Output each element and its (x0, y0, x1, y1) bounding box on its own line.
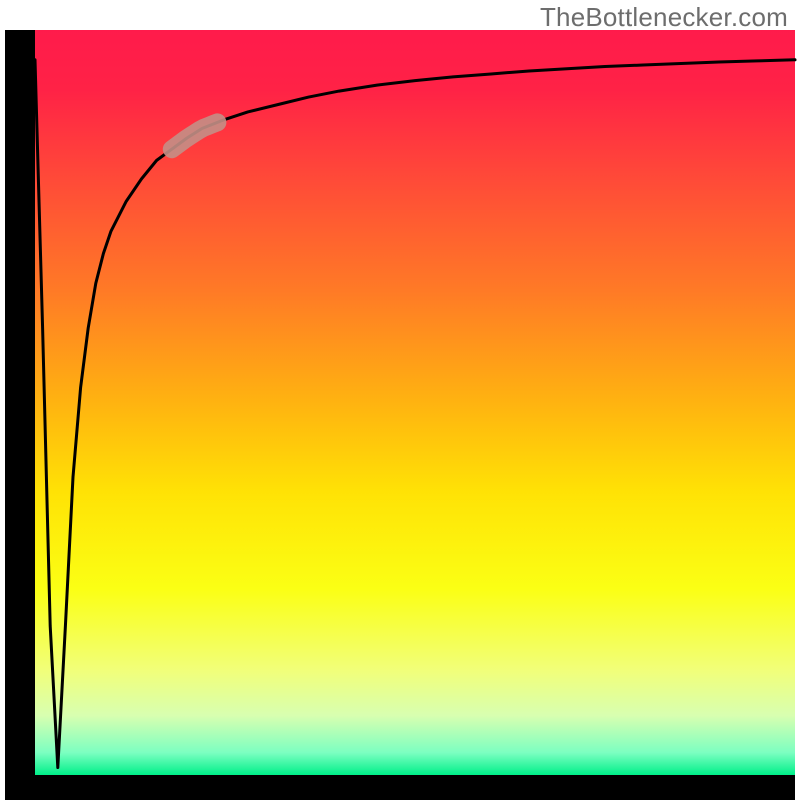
bottleneck-chart (0, 0, 800, 800)
plot-gradient-area (35, 30, 795, 775)
left-axis-bar (5, 30, 35, 800)
watermark-text: TheBottlenecker.com (540, 2, 788, 33)
chart-frame: TheBottlenecker.com (0, 0, 800, 800)
bottom-axis-bar (5, 775, 795, 800)
